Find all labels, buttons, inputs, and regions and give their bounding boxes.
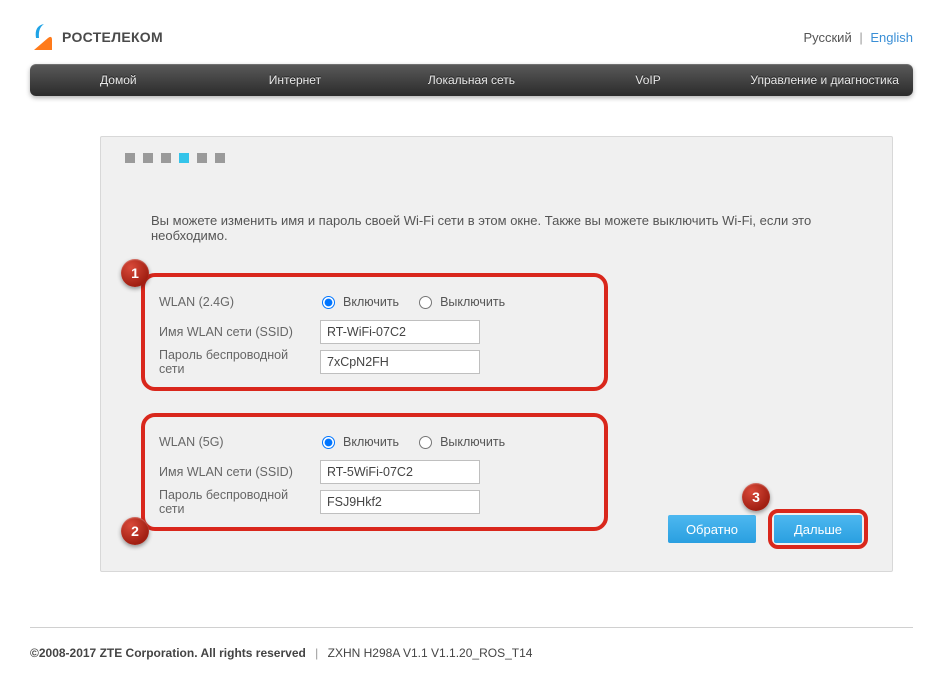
- model-text: ZXHN H298A V1.1 V1.1.20_ROS_T14: [328, 646, 533, 660]
- annotation-badge-2: 2: [121, 517, 149, 545]
- wlan-5g-ssid-label: Имя WLAN сети (SSID): [159, 465, 314, 479]
- brand-logo: РОСТЕЛЕКОМ: [30, 20, 163, 54]
- page-footer: ©2008-2017 ZTE Corporation. All rights r…: [0, 628, 943, 678]
- wlan-5g-ssid-input[interactable]: [320, 460, 480, 484]
- wlan-24g-title: WLAN (2.4G): [159, 295, 314, 309]
- wizard-panel: Вы можете изменить имя и пароль своей Wi…: [100, 136, 893, 572]
- wlan-24g-pwd-input[interactable]: [320, 350, 480, 374]
- lang-en[interactable]: English: [870, 30, 913, 45]
- wlan-5g-pwd-input[interactable]: [320, 490, 480, 514]
- brand-name: РОСТЕЛЕКОМ: [62, 29, 163, 45]
- wlan-24g-disable-radio[interactable]: [419, 296, 432, 309]
- nav-manage[interactable]: Управление и диагностика: [736, 64, 913, 96]
- rostelecom-icon: [30, 20, 56, 54]
- wlan-5g-enable-label: Включить: [343, 435, 399, 449]
- step-5: [197, 153, 207, 163]
- annotation-badge-3: 3: [742, 483, 770, 511]
- main-nav: Домой Интернет Локальная сеть VoIP Управ…: [30, 64, 913, 96]
- page-header: РОСТЕЛЕКОМ Русский | English: [0, 0, 943, 64]
- lang-ru[interactable]: Русский: [803, 30, 851, 45]
- annotation-badge-1: 1: [121, 259, 149, 287]
- step-4: [179, 153, 189, 163]
- wlan-5g-pwd-label: Пароль беспроводной сети: [159, 488, 314, 516]
- wlan-24g-pwd-label: Пароль беспроводной сети: [159, 348, 314, 376]
- next-button-highlight: 3 Дальше: [768, 509, 868, 549]
- language-switch: Русский | English: [803, 30, 913, 45]
- wlan-24g-enable-radio[interactable]: [322, 296, 335, 309]
- nav-lan[interactable]: Локальная сеть: [383, 64, 560, 96]
- wlan-5g-disable-label: Выключить: [440, 435, 505, 449]
- wlan-24g-disable-label: Выключить: [440, 295, 505, 309]
- step-1: [125, 153, 135, 163]
- wizard-intro-text: Вы можете изменить имя и пароль своей Wi…: [125, 213, 868, 243]
- copyright-text: ©2008-2017 ZTE Corporation. All rights r…: [30, 646, 306, 660]
- next-button[interactable]: Дальше: [774, 515, 862, 543]
- wlan-24g-group: 1 WLAN (2.4G) Включить Выключить Имя WLA…: [141, 273, 608, 391]
- nav-home[interactable]: Домой: [30, 64, 207, 96]
- wizard-steps: [125, 153, 868, 163]
- wlan-5g-disable-radio[interactable]: [419, 436, 432, 449]
- step-6: [215, 153, 225, 163]
- nav-internet[interactable]: Интернет: [207, 64, 384, 96]
- wlan-5g-group: 2 WLAN (5G) Включить Выключить Имя WLAN …: [141, 413, 608, 531]
- step-2: [143, 153, 153, 163]
- wlan-5g-title: WLAN (5G): [159, 435, 314, 449]
- wlan-24g-ssid-input[interactable]: [320, 320, 480, 344]
- wlan-24g-enable-label: Включить: [343, 295, 399, 309]
- wlan-5g-enable-radio[interactable]: [322, 436, 335, 449]
- wizard-buttons: Обратно 3 Дальше: [668, 509, 868, 549]
- wlan-24g-ssid-label: Имя WLAN сети (SSID): [159, 325, 314, 339]
- back-button[interactable]: Обратно: [668, 515, 756, 543]
- step-3: [161, 153, 171, 163]
- nav-voip[interactable]: VoIP: [560, 64, 737, 96]
